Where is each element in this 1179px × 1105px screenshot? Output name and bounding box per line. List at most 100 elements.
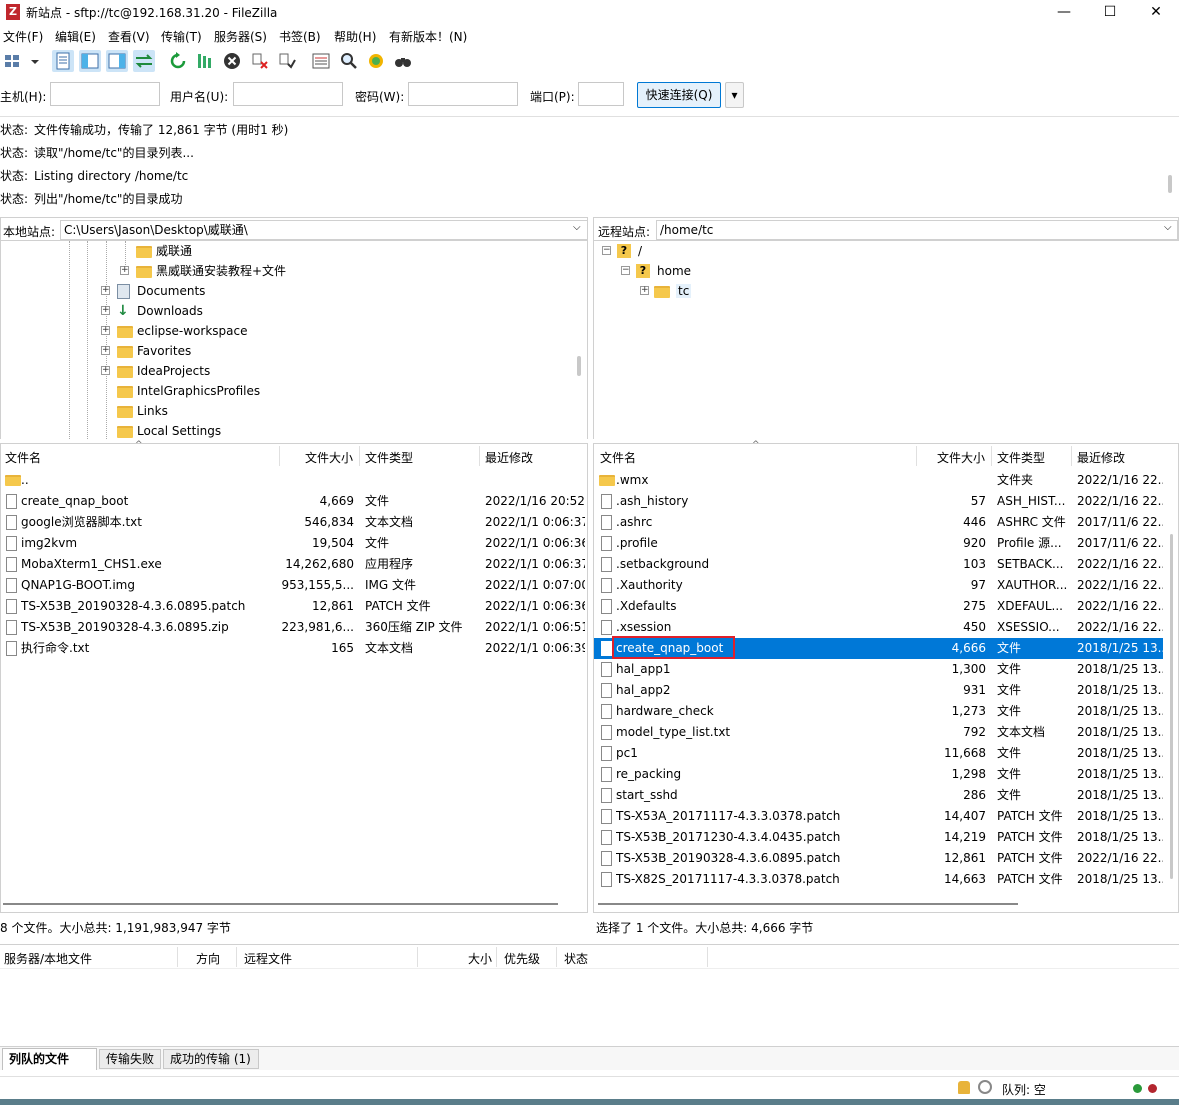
username-input[interactable] <box>233 82 343 106</box>
list-item[interactable]: TS-X53B_20171230-4.3.4.0435.patch 14,219 P… <box>594 827 1163 848</box>
list-item[interactable]: MobaXterm1_CHS1.exe 14,262,680 应用程序 2022/1/… <box>1 554 587 575</box>
list-item[interactable]: hal_app1 1,300 文件 2018/1/25 13.. <box>594 659 1163 680</box>
list-item-selected[interactable]: create_qnap_boot 4,666 文件 2018/1/25 13.. <box>594 636 1163 659</box>
tree-item-intelgraphics[interactable]: IntelGraphicsProfiles <box>117 381 260 401</box>
refresh-icon[interactable] <box>167 50 189 72</box>
quickconnect-dropdown-button[interactable]: ▾ <box>725 82 744 108</box>
list-item[interactable]: .ash_history 57 ASH_HIST... 2022/1/16 22.. <box>594 491 1163 512</box>
list-item[interactable]: .xsession 450 XSESSIO... 2022/1/16 22.. <box>594 617 1163 638</box>
column-modified[interactable]: 最近修改 <box>1077 449 1125 466</box>
directory-listing-filter-icon[interactable] <box>310 50 332 72</box>
expand-icon[interactable]: + <box>101 366 110 375</box>
list-item-parent[interactable]: .. <box>1 470 587 491</box>
list-item[interactable]: pc1 11,668 文件 2018/1/25 13.. <box>594 743 1163 764</box>
chevron-down-icon[interactable]: ⌵ <box>573 222 581 233</box>
quickconnect-button[interactable]: 快速连接(Q) <box>637 82 721 108</box>
port-input[interactable] <box>578 82 624 106</box>
tree-item-tc[interactable]: + tc <box>640 281 692 301</box>
log-scrollbar[interactable] <box>1168 175 1172 193</box>
menu-view[interactable]: 查看(V) <box>108 28 150 45</box>
column-server-local-file[interactable]: 服务器/本地文件 <box>4 950 92 967</box>
list-item[interactable]: 执行命令.txt 165 文本文档 2022/1/1 0:06:39 <box>1 638 587 659</box>
toggle-local-tree-icon[interactable] <box>79 50 101 72</box>
toggle-queue-icon[interactable] <box>133 50 155 72</box>
toggle-remote-tree-icon[interactable] <box>106 50 128 72</box>
list-item[interactable]: TS-X53B_20190328-4.3.6.0895.patch 12,861 P… <box>594 848 1163 869</box>
tab-failed-transfers[interactable]: 传输失败 <box>99 1049 161 1069</box>
list-item[interactable]: hardware_check 1,273 文件 2018/1/25 13.. <box>594 701 1163 722</box>
list-item[interactable]: model_type_list.txt 792 文本文档 2018/1/25 13.. <box>594 722 1163 743</box>
list-item[interactable]: re_packing 1,298 文件 2018/1/25 13.. <box>594 764 1163 785</box>
chevron-down-icon[interactable] <box>24 50 39 72</box>
expand-icon[interactable]: + <box>101 286 110 295</box>
tree-item-eclipse[interactable]: + eclipse-workspace <box>101 321 247 341</box>
tree-item-local-settings[interactable]: Local Settings <box>117 421 221 441</box>
sync-browsing-icon[interactable] <box>365 50 387 72</box>
tab-successful-transfers[interactable]: 成功的传输 (1) <box>163 1049 259 1069</box>
close-button[interactable]: ✕ <box>1133 0 1179 24</box>
column-modified[interactable]: 最近修改 <box>485 449 533 466</box>
list-item[interactable]: google浏览器脚本.txt 546,834 文本文档 2022/1/1 0:06:… <box>1 512 587 533</box>
remote-hscrollbar[interactable] <box>598 903 1018 905</box>
collapse-icon[interactable]: − <box>621 266 630 275</box>
host-input[interactable] <box>50 82 160 106</box>
list-item[interactable]: create_qnap_boot4,669文件2022/1/16 20:52:.… <box>1 491 587 512</box>
list-item[interactable]: img2kvm 19,504 文件 2022/1/1 0:06:36 <box>1 533 587 554</box>
reconnect-icon[interactable] <box>276 50 298 72</box>
cancel-operation-icon[interactable] <box>221 50 243 72</box>
column-status[interactable]: 状态 <box>564 950 588 967</box>
menu-transfer[interactable]: 传输(T) <box>161 28 202 45</box>
tree-item-home[interactable]: − ? home <box>621 261 691 281</box>
list-item[interactable]: .setbackground 103 SETBACK... 2022/1/16 22.… <box>594 554 1163 575</box>
column-size[interactable]: 文件大小 <box>937 449 985 466</box>
tree-item-downloads[interactable]: + ↓ Downloads <box>101 301 203 321</box>
list-item[interactable]: .ashrc 446 ASHRC 文件 2017/11/6 22.. <box>594 512 1163 533</box>
menu-edit[interactable]: 编辑(E) <box>55 28 96 45</box>
collapse-icon[interactable]: − <box>602 246 611 255</box>
remote-path-input[interactable]: /home/tc <box>656 220 1178 240</box>
column-size[interactable]: 大小 <box>468 950 492 967</box>
disconnect-icon[interactable] <box>249 50 271 72</box>
menu-new-version[interactable]: 有新版本！(N) <box>389 28 467 45</box>
local-tree-scrollbar[interactable] <box>577 356 581 376</box>
list-item[interactable]: .wmx 文件夹 2022/1/16 22.. <box>594 470 1163 491</box>
column-name[interactable]: 文件名 <box>5 449 41 466</box>
menu-help[interactable]: 帮助(H) <box>334 28 376 45</box>
binoculars-icon[interactable] <box>392 50 414 72</box>
list-item[interactable]: TS-X82S_20171117-4.3.3.0378.patch 14,663 P… <box>594 869 1163 890</box>
tab-queued-files[interactable]: 列队的文件 <box>2 1048 97 1070</box>
expand-icon[interactable]: + <box>101 326 110 335</box>
minimize-button[interactable]: — <box>1041 0 1087 24</box>
site-manager-icon[interactable] <box>2 50 24 72</box>
tree-item-ideaprojects[interactable]: + IdeaProjects <box>101 361 210 381</box>
list-item[interactable]: TS-X53B_20190328-4.3.6.0895.patch 12,861 P… <box>1 596 587 617</box>
process-queue-icon[interactable] <box>194 50 216 72</box>
list-item[interactable]: TS-X53B_20190328-4.3.6.0895.zip 223,981,6… <box>1 617 587 638</box>
expand-icon[interactable]: + <box>101 346 110 355</box>
tree-item-weiliantong[interactable]: 威联通 <box>136 241 192 261</box>
tree-item-root[interactable]: − ? / <box>602 241 642 261</box>
remote-scrollbar[interactable] <box>1170 534 1173 879</box>
column-size[interactable]: 文件大小 <box>305 449 353 466</box>
chevron-down-icon[interactable]: ⌵ <box>1164 222 1172 233</box>
expand-icon[interactable]: + <box>101 306 110 315</box>
column-remote-file[interactable]: 远程文件 <box>244 950 292 967</box>
local-hscrollbar[interactable] <box>3 903 558 905</box>
list-item[interactable]: .Xdefaults 275 XDEFAUL... 2022/1/16 22.. <box>594 596 1163 617</box>
list-item[interactable]: .Xauthority 97 XAUTHOR... 2022/1/16 22.. <box>594 575 1163 596</box>
column-type[interactable]: 文件类型 <box>365 449 413 466</box>
expand-icon[interactable]: + <box>640 286 649 295</box>
column-direction[interactable]: 方向 <box>196 950 220 967</box>
column-type[interactable]: 文件类型 <box>997 449 1045 466</box>
maximize-button[interactable]: ☐ <box>1087 0 1133 24</box>
tree-item-tutorial[interactable]: + 黑威联通安装教程+文件 <box>120 261 286 281</box>
column-priority[interactable]: 优先级 <box>504 950 540 967</box>
menu-file[interactable]: 文件(F) <box>3 28 43 45</box>
local-path-input[interactable]: C:\Users\Jason\Desktop\威联通\ <box>60 220 588 240</box>
list-item[interactable]: .profile 920 Profile 源... 2017/11/6 22.. <box>594 533 1163 554</box>
search-icon[interactable] <box>338 50 360 72</box>
menu-bookmarks[interactable]: 书签(B) <box>279 28 321 45</box>
tree-item-links[interactable]: Links <box>117 401 168 421</box>
list-item[interactable]: QNAP1G-BOOT.img 953,155,5... IMG 文件 2022/1/… <box>1 575 587 596</box>
toggle-log-icon[interactable] <box>52 50 74 72</box>
